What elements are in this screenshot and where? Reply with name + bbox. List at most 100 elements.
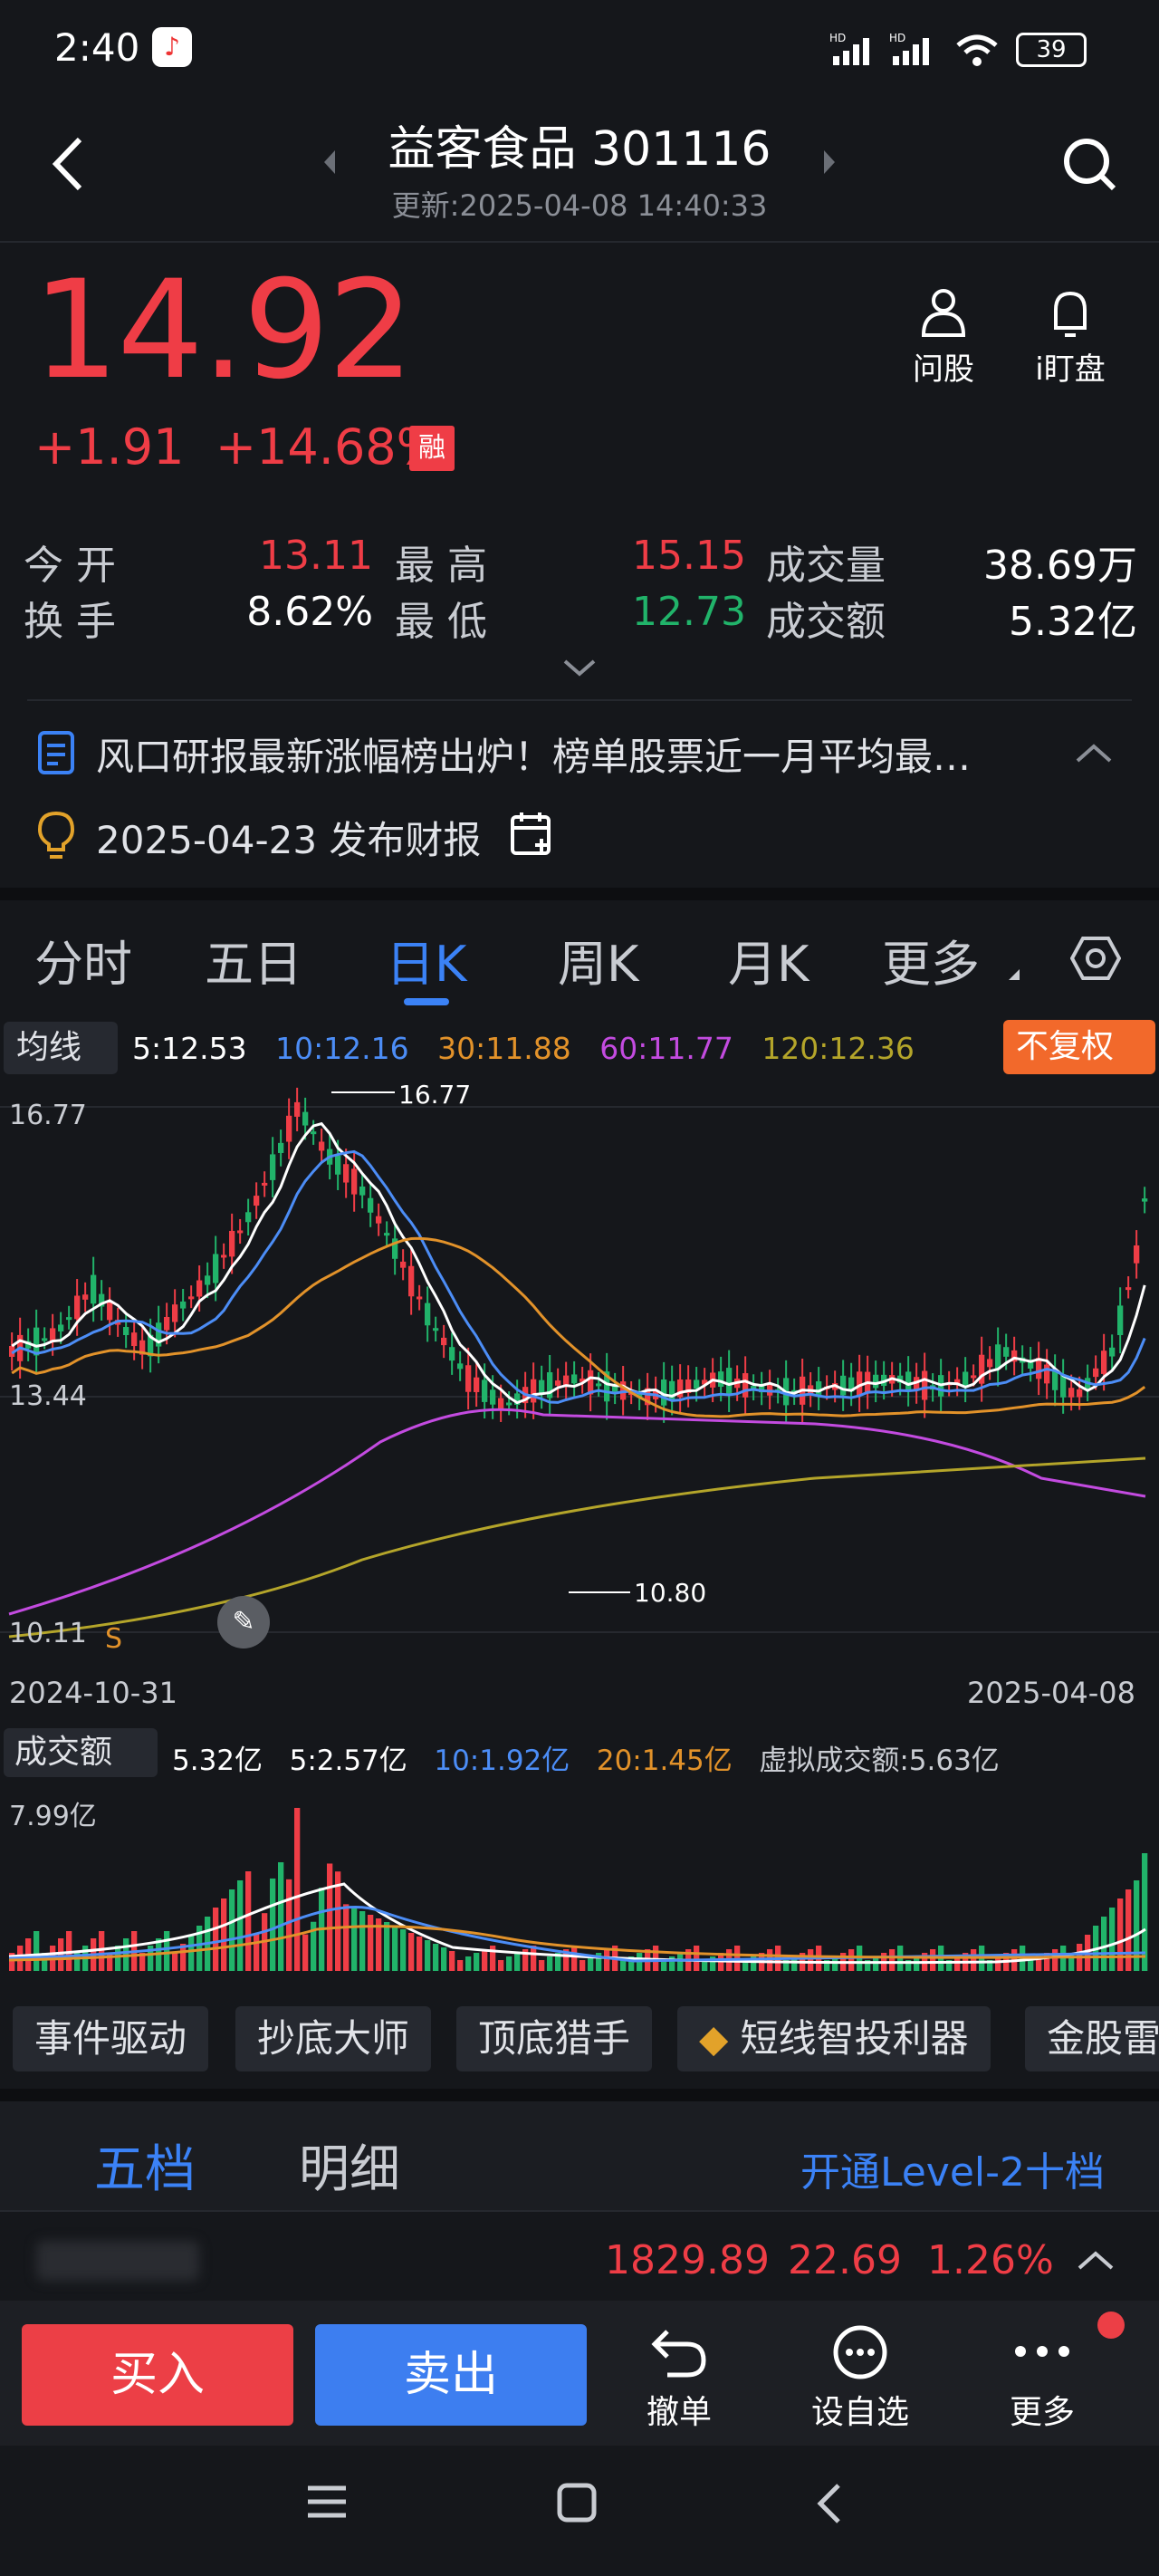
candle — [465, 1365, 472, 1392]
search-icon[interactable] — [1059, 134, 1119, 194]
volume-selector-label: 成交额 — [14, 1734, 113, 1771]
candle — [694, 1379, 700, 1389]
home-icon[interactable] — [556, 2482, 598, 2523]
expand-up-icon[interactable] — [1076, 2246, 1116, 2273]
low-label: 最 低 — [395, 599, 487, 645]
sell-button[interactable]: 卖出 — [315, 2324, 587, 2426]
update-time: 更新:2025-04-08 14:40:33 — [391, 188, 768, 223]
volume-bar — [441, 1947, 447, 1971]
tool-top-bottom-hunter[interactable]: 顶底猎手 — [456, 2006, 653, 2071]
candle — [237, 1230, 244, 1234]
volume-bar — [930, 1949, 936, 1971]
wifi-icon — [954, 31, 1000, 69]
news-row[interactable]: 风口研报最新涨幅榜出炉！榜单股票近一月平均最… — [0, 716, 1159, 788]
candle — [66, 1317, 72, 1321]
volume-bar — [302, 1934, 309, 1971]
candle — [531, 1379, 537, 1403]
tool-gold-stock[interactable]: 金股雷 — [1025, 2006, 1159, 2071]
candle — [172, 1304, 178, 1322]
ma60-line — [8, 1408, 1146, 1616]
amount-label: 成交额 — [766, 599, 886, 645]
ask-stock-button[interactable]: 问股 — [905, 286, 982, 389]
app-notification-icon: ♪ — [152, 27, 192, 67]
person-icon — [905, 286, 982, 339]
chart-settings-icon[interactable] — [1069, 933, 1122, 984]
open-label: 今 开 — [24, 543, 116, 589]
turnover-label: 换 手 — [24, 599, 116, 645]
divider — [27, 699, 1132, 701]
cancel-order-button[interactable]: 撤单 — [634, 2324, 724, 2433]
divider — [0, 2210, 1159, 2212]
ma5-value: 5:12.53 — [132, 1031, 247, 1066]
more-button[interactable]: 更多 — [992, 2324, 1092, 2433]
tab-five-day[interactable]: 五日 — [205, 924, 302, 995]
candle — [359, 1186, 366, 1196]
watch-button[interactable]: i盯盘 — [1029, 286, 1112, 389]
candle — [425, 1302, 431, 1326]
menu-icon[interactable] — [306, 2484, 348, 2520]
tab-more[interactable]: 更多 — [882, 924, 980, 995]
expand-icon[interactable] — [561, 656, 598, 679]
report-row[interactable]: 2025-04-23 发布财报 — [0, 797, 1159, 870]
turnover-value: 8.62% — [246, 589, 373, 635]
candle — [449, 1347, 455, 1361]
status-time: 2:40 — [54, 25, 140, 70]
candle — [368, 1197, 374, 1213]
tab-weekly-k[interactable]: 周K — [558, 924, 638, 995]
tab-intraday[interactable]: 分时 — [34, 924, 132, 995]
candle — [490, 1389, 496, 1405]
tab-monthly-k[interactable]: 月K — [728, 924, 809, 995]
candle — [474, 1377, 480, 1392]
svg-text:HD: HD — [829, 33, 846, 44]
volume-bar — [694, 1946, 700, 1971]
volume-bar — [359, 1911, 366, 1971]
tab-daily-k[interactable]: 日K — [386, 924, 466, 995]
volume-bar — [188, 1935, 195, 1971]
volume-bar — [286, 1879, 292, 1971]
buy-button[interactable]: 买入 — [22, 2324, 293, 2426]
calendar-add-icon[interactable] — [509, 810, 554, 857]
volume-bar — [498, 1960, 504, 1971]
candle — [1003, 1347, 1010, 1357]
candle — [922, 1370, 928, 1400]
volume-bar — [457, 1960, 464, 1971]
ma10-value: 10:12.16 — [275, 1031, 409, 1066]
ma10-line — [11, 1149, 1146, 1404]
ma-selector[interactable]: 均线 — [4, 1022, 118, 1074]
draw-tool-icon[interactable]: ✎ — [217, 1596, 270, 1648]
collapse-icon[interactable] — [1074, 739, 1114, 766]
tab-details[interactable]: 明细 — [299, 2129, 400, 2202]
volume-label: 成交量 — [766, 543, 886, 589]
add-watchlist-button[interactable]: 设自选 — [797, 2324, 924, 2433]
candle — [400, 1261, 407, 1268]
tool-event-driven[interactable]: 事件驱动 — [13, 2006, 209, 2071]
candle — [229, 1230, 235, 1257]
tool-short-term[interactable]: ◆ 短线智投利器 — [677, 2006, 991, 2071]
adjust-button[interactable]: 不复权 — [1003, 1020, 1155, 1074]
candle — [433, 1328, 439, 1331]
watch-label: i盯盘 — [1035, 351, 1106, 388]
tab-five-levels[interactable]: 五档 — [94, 2129, 196, 2202]
volume-selector[interactable]: 成交额 — [4, 1728, 158, 1777]
volume-bar — [164, 1931, 170, 1971]
kline-chart[interactable] — [0, 1080, 1159, 1659]
volume-bar — [115, 1946, 121, 1971]
volume-chart[interactable] — [0, 1784, 1159, 1975]
candle — [1068, 1388, 1075, 1398]
candle — [221, 1254, 227, 1258]
volume-bar — [514, 1953, 521, 1971]
index-value: 1829.89 — [605, 2237, 770, 2283]
candle — [873, 1374, 879, 1389]
system-back-icon[interactable] — [813, 2482, 844, 2525]
volume-values: 5.32亿 5:2.57亿 10:1.92亿 20:1.45亿 虚拟成交额:5.… — [172, 1737, 1000, 1778]
undo-icon — [634, 2324, 724, 2380]
candle — [408, 1265, 415, 1297]
ma-values: 5:12.53 10:12.16 30:11.88 60:11.77 120:1… — [132, 1031, 915, 1066]
tool-bottom-master[interactable]: 抄底大师 — [235, 2006, 432, 2071]
svg-text:HD: HD — [889, 33, 905, 44]
volume-bar — [343, 1904, 350, 1971]
volume-bar — [889, 1949, 896, 1971]
candle — [1044, 1364, 1050, 1384]
candle — [995, 1344, 1001, 1370]
level2-link[interactable]: 开通Level-2十档 — [800, 2139, 1105, 2197]
